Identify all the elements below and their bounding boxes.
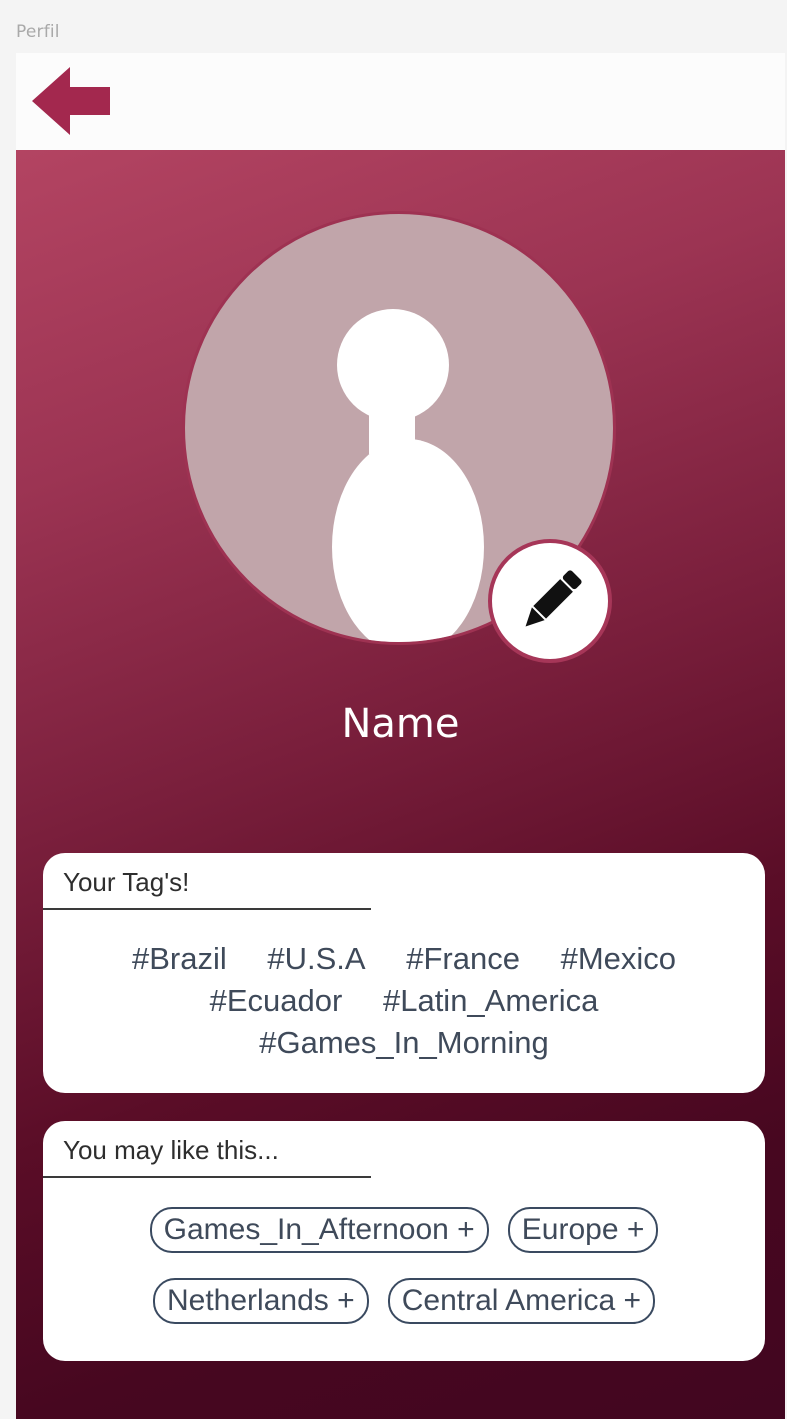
back-button[interactable]	[32, 67, 114, 135]
tag-item[interactable]: #France	[406, 941, 520, 976]
tag-item[interactable]: #Latin_America	[383, 983, 598, 1018]
tag-item[interactable]: #U.S.A	[267, 941, 365, 976]
tag-item[interactable]: #Mexico	[561, 941, 676, 976]
tags-card: Your Tag's! #Brazil #U.S.A #France #Mexi…	[43, 853, 765, 1093]
profile-content: Name Your Tag's! #Brazil #U.S.A #France …	[16, 150, 785, 1419]
add-tag-chip[interactable]: Netherlands +	[153, 1278, 369, 1324]
tag-row: #Brazil #U.S.A #France #Mexico	[43, 938, 765, 980]
profile-screen: Name Your Tag's! #Brazil #U.S.A #France …	[16, 53, 785, 1419]
profile-name: Name	[341, 701, 460, 747]
add-tag-chip[interactable]: Central America +	[387, 1278, 655, 1324]
tag-item[interactable]: #Games_In_Morning	[259, 1025, 549, 1060]
suggestions-card: You may like this... Games_In_Afternoon …	[43, 1121, 765, 1361]
tag-row: #Ecuador #Latin_America	[43, 980, 765, 1022]
top-bar	[16, 53, 785, 151]
title-underline	[43, 908, 371, 910]
tags-card-title: Your Tag's!	[63, 867, 190, 897]
tag-item[interactable]: #Brazil	[132, 941, 227, 976]
suggestions-card-title: You may like this...	[63, 1135, 279, 1165]
chip-row: Games_In_Afternoon + Europe +	[43, 1207, 765, 1253]
frame-label: Perfil	[16, 22, 60, 42]
tag-row: #Games_In_Morning	[43, 1022, 765, 1064]
person-head-shape	[337, 309, 449, 421]
chip-row: Netherlands + Central America +	[43, 1278, 765, 1324]
title-underline	[43, 1176, 371, 1178]
arrow-left-icon	[32, 67, 110, 135]
tag-list: #Brazil #U.S.A #France #Mexico #Ecuador …	[43, 938, 765, 1064]
edit-avatar-button[interactable]	[488, 539, 612, 663]
tag-item[interactable]: #Ecuador	[210, 983, 343, 1018]
add-tag-chip[interactable]: Europe +	[507, 1207, 659, 1253]
person-body-shape	[332, 439, 484, 642]
pencil-icon	[525, 570, 582, 627]
add-tag-chip[interactable]: Games_In_Afternoon +	[149, 1207, 489, 1253]
